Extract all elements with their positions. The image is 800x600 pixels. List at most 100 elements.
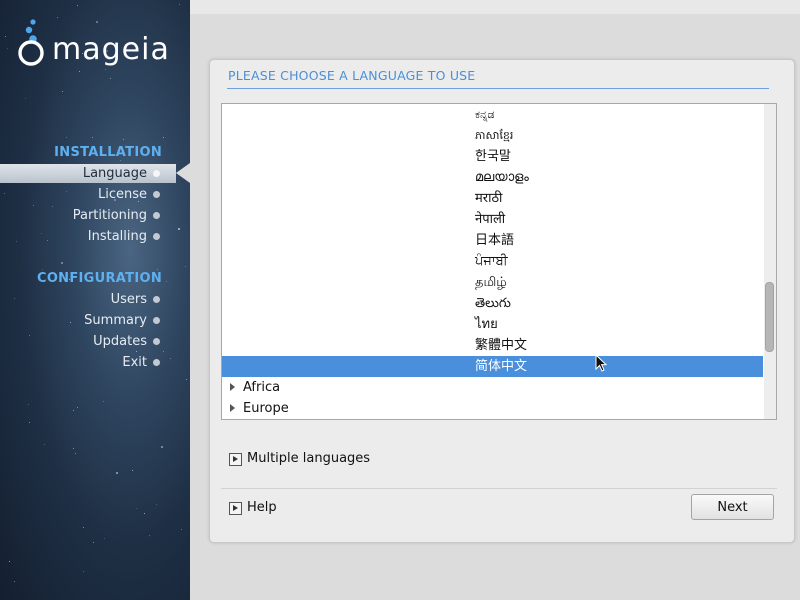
step-updates: Updates [0, 331, 190, 352]
group-label: Africa [243, 380, 281, 395]
mageia-logo-icon [18, 19, 44, 66]
help-label[interactable]: Help [247, 500, 277, 515]
star [28, 404, 29, 405]
step-bullet-icon [153, 212, 160, 219]
star [136, 508, 137, 509]
mageia-logo: mageia [16, 18, 186, 70]
step-users: Users [0, 289, 190, 310]
next-button[interactable]: Next [691, 494, 774, 520]
star [14, 581, 15, 582]
star [29, 422, 30, 423]
language-label: 简体中文 [475, 359, 528, 374]
star [179, 4, 180, 5]
language-item-traditional-chinese[interactable]: 繁體中文 [222, 335, 763, 356]
step-label: Partitioning [72, 208, 147, 223]
star [77, 407, 78, 408]
star [157, 269, 158, 270]
star [161, 446, 163, 448]
step-label: Exit [122, 355, 147, 370]
top-band [190, 0, 800, 14]
language-label: ភាសាខ្មែរ [475, 129, 514, 142]
star [73, 448, 74, 449]
step-bullet-icon [153, 317, 160, 324]
star [25, 98, 26, 99]
language-item-khmer[interactable]: ភាសាខ្មែរ [222, 125, 763, 146]
step-label: Language [82, 166, 147, 181]
star [44, 444, 45, 445]
language-panel: PLEASE CHOOSE A LANGUAGE TO USE ಕನ್ನಡ ភា… [209, 59, 795, 543]
language-label: 日本語 [475, 233, 515, 248]
language-item-japanese[interactable]: 日本語 [222, 230, 763, 251]
language-item-tamil[interactable]: தமிழ் [222, 272, 763, 293]
star [181, 529, 182, 530]
language-item-punjabi[interactable]: ਪੰਜਾਬੀ [222, 251, 763, 272]
star [9, 561, 10, 562]
star [79, 71, 80, 72]
section-title-installation: INSTALLATION [54, 145, 162, 160]
expander-triangle-icon[interactable] [230, 383, 235, 391]
star [144, 513, 145, 514]
star [83, 571, 84, 572]
step-summary: Summary [0, 310, 190, 331]
language-item-thai[interactable]: ไทย [222, 314, 763, 335]
logo-wordmark: mageia [52, 32, 170, 67]
star [156, 504, 157, 505]
language-item-korean[interactable]: 한국말 [222, 146, 763, 167]
star [5, 36, 6, 37]
language-item-telugu[interactable]: తెలుగు [222, 293, 763, 314]
list-scrollbar[interactable] [764, 104, 776, 419]
step-bullet-icon [153, 233, 160, 240]
group-item-africa[interactable]: Africa [222, 377, 763, 398]
step-label: Summary [84, 313, 147, 328]
star [92, 137, 93, 138]
group-item-europe[interactable]: Europe [222, 398, 763, 419]
star [62, 91, 63, 92]
step-language: Language [0, 163, 190, 184]
sidebar: mageia INSTALLATION Language License Par… [0, 0, 190, 600]
language-label: 한국말 [475, 149, 511, 164]
language-list[interactable]: ಕನ್ನಡ ភាសាខ្មែរ 한국말 മലയാളം मराठी नेपाली … [221, 103, 777, 420]
language-label: नेपाली [475, 212, 506, 227]
expander-arrow-icon[interactable] [229, 502, 242, 515]
step-label: Users [110, 292, 147, 307]
star [61, 262, 63, 264]
star [132, 470, 133, 471]
expander-triangle-icon[interactable] [230, 404, 235, 412]
language-label: 繁體中文 [475, 338, 528, 353]
star [93, 542, 94, 543]
star [186, 379, 187, 380]
step-label: License [97, 187, 147, 202]
star [166, 281, 167, 282]
star [66, 137, 67, 138]
step-exit: Exit [0, 352, 190, 373]
language-item-simplified-chinese[interactable]: 简体中文 [222, 356, 763, 377]
star [103, 401, 104, 402]
section-title-configuration: CONFIGURATION [36, 271, 162, 286]
step-bullet-icon [153, 170, 160, 177]
active-step-arrow [176, 163, 190, 183]
title-divider [227, 88, 769, 89]
language-label: ਪੰਜਾਬੀ [475, 254, 508, 269]
star [104, 538, 105, 539]
star [7, 48, 8, 49]
star [73, 410, 74, 411]
star [42, 269, 43, 270]
scrollbar-thumb[interactable] [765, 282, 774, 352]
language-item-kannada[interactable]: ಕನ್ನಡ [222, 104, 763, 125]
step-bullet-icon [153, 359, 160, 366]
star [75, 453, 76, 454]
language-item-malayalam[interactable]: മലയാളം [222, 167, 763, 188]
star [110, 78, 111, 79]
language-item-marathi[interactable]: मराठी [222, 188, 763, 209]
multiple-languages-label[interactable]: Multiple languages [247, 451, 370, 466]
language-label: தமிழ் [475, 275, 507, 290]
step-label: Installing [87, 229, 147, 244]
step-bullet-icon [153, 296, 160, 303]
language-label: മലയാളം [475, 170, 529, 185]
expander-arrow-icon[interactable] [229, 453, 242, 466]
star [123, 139, 124, 140]
star [185, 266, 186, 267]
language-item-nepali[interactable]: नेपाली [222, 209, 763, 230]
language-label: తెలుగు [475, 296, 511, 311]
star [83, 527, 84, 528]
